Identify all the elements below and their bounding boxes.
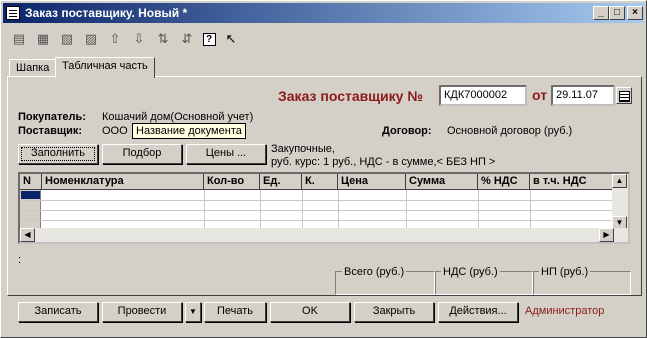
col-sum[interactable]: Сумма	[406, 174, 478, 190]
table-row-line	[20, 210, 615, 211]
scroll-up-icon[interactable]: ▲	[612, 174, 627, 188]
move-up-icon[interactable]: ⇧	[105, 29, 125, 49]
save-button[interactable]: Записать	[18, 302, 98, 322]
col-qty[interactable]: Кол-во	[204, 174, 260, 190]
vat-label: НДС (руб.)	[441, 266, 500, 278]
print-button[interactable]: Печать	[204, 302, 266, 322]
table-col-line	[406, 190, 407, 230]
calendar-icon[interactable]	[616, 87, 632, 104]
document-window: Заказ поставщику. Новый * _ □ × ▤ ▦ ▧ ▨ …	[0, 0, 647, 338]
buyer-value[interactable]: Кошачий дом(Основной учет)	[102, 111, 253, 123]
table-col-line	[302, 190, 303, 230]
horizontal-scrollbar[interactable]: ◀ ▶	[20, 228, 628, 242]
edit-icon[interactable]: ▧	[57, 29, 77, 49]
np-label: НП (руб.)	[539, 266, 591, 278]
col-k[interactable]: К.	[302, 174, 338, 190]
price-info-line2: руб. курс: 1 руб., НДС - в сумме,< БЕЗ Н…	[271, 156, 496, 168]
copy-icon[interactable]: ▦	[33, 29, 53, 49]
maximize-button[interactable]: □	[609, 6, 625, 20]
document-icon[interactable]	[6, 6, 20, 20]
prices-button[interactable]: Цены ...	[186, 144, 266, 164]
new-icon[interactable]: ▤	[9, 29, 29, 49]
move-down-icon[interactable]: ⇩	[129, 29, 149, 49]
document-title: Заказ поставщику №	[278, 88, 423, 104]
vertical-scrollbar[interactable]: ▲ ▼	[612, 174, 628, 230]
items-table[interactable]: N Номенклатура Кол-во Ед. К. Цена Сумма …	[18, 172, 630, 244]
fill-button[interactable]: Заполнить	[18, 144, 98, 164]
ok-button[interactable]: OK	[270, 302, 350, 322]
tab-header-label: Шапка	[16, 62, 50, 74]
current-row-marker	[21, 191, 40, 199]
col-unit[interactable]: Ед.	[260, 174, 302, 190]
table-col-line	[478, 190, 479, 230]
col-vat-rate[interactable]: % НДС	[478, 174, 530, 190]
sort-desc-icon[interactable]: ⇵	[177, 29, 197, 49]
contract-label: Договор:	[382, 125, 432, 137]
post-dropdown-icon[interactable]: ▼	[185, 302, 201, 322]
close-button[interactable]: ×	[627, 6, 643, 20]
close-form-button[interactable]: Закрыть	[354, 302, 434, 322]
table-col-line	[204, 190, 205, 230]
scroll-right-icon[interactable]: ▶	[599, 228, 614, 242]
sort-asc-icon[interactable]: ⇅	[153, 29, 173, 49]
minimize-button[interactable]: _	[593, 6, 609, 20]
table-col-line	[530, 190, 531, 230]
tab-table-label: Табличная часть	[62, 60, 148, 72]
tooltip: Название документа	[132, 123, 246, 139]
delete-icon[interactable]: ▨	[81, 29, 101, 49]
table-row-line	[20, 200, 615, 201]
actions-button[interactable]: Действия...	[438, 302, 518, 322]
window-title: Заказ поставщику. Новый *	[25, 6, 188, 20]
date-label: от	[532, 87, 548, 103]
date-field[interactable]: 29.11.07	[551, 85, 615, 106]
whats-this-icon[interactable]: ↖	[221, 29, 241, 49]
col-n[interactable]: N	[20, 174, 42, 190]
col-vat-amount[interactable]: в т.ч. НДС	[530, 174, 614, 190]
select-button[interactable]: Подбор	[102, 144, 182, 164]
supplier-label: Поставщик:	[18, 125, 83, 137]
empty-field-label: :	[18, 254, 22, 266]
tab-table[interactable]: Табличная часть	[55, 57, 155, 78]
help-icon[interactable]: ?	[199, 29, 219, 49]
user-label: Администратор	[525, 305, 605, 317]
total-label: Всего (руб.)	[342, 266, 407, 278]
col-nomenclature[interactable]: Номенклатура	[42, 174, 204, 190]
post-button[interactable]: Провести	[102, 302, 182, 322]
table-header: N Номенклатура Кол-во Ед. К. Цена Сумма …	[20, 174, 628, 190]
table-row-line	[20, 220, 615, 221]
table-col-line	[260, 190, 261, 230]
col-price[interactable]: Цена	[338, 174, 406, 190]
tab-header[interactable]: Шапка	[9, 59, 57, 77]
title-bar[interactable]: Заказ поставщику. Новый * _ □ ×	[3, 3, 644, 23]
document-number-field[interactable]: КДК7000002	[439, 85, 527, 106]
scroll-left-icon[interactable]: ◀	[20, 228, 35, 242]
table-col-line	[338, 190, 339, 230]
buyer-label: Покупатель:	[18, 111, 86, 123]
contract-value[interactable]: Основной договор (руб.)	[447, 125, 572, 137]
price-info-line1: Закупочные,	[271, 143, 335, 155]
supplier-value[interactable]: ООО	[102, 125, 128, 137]
